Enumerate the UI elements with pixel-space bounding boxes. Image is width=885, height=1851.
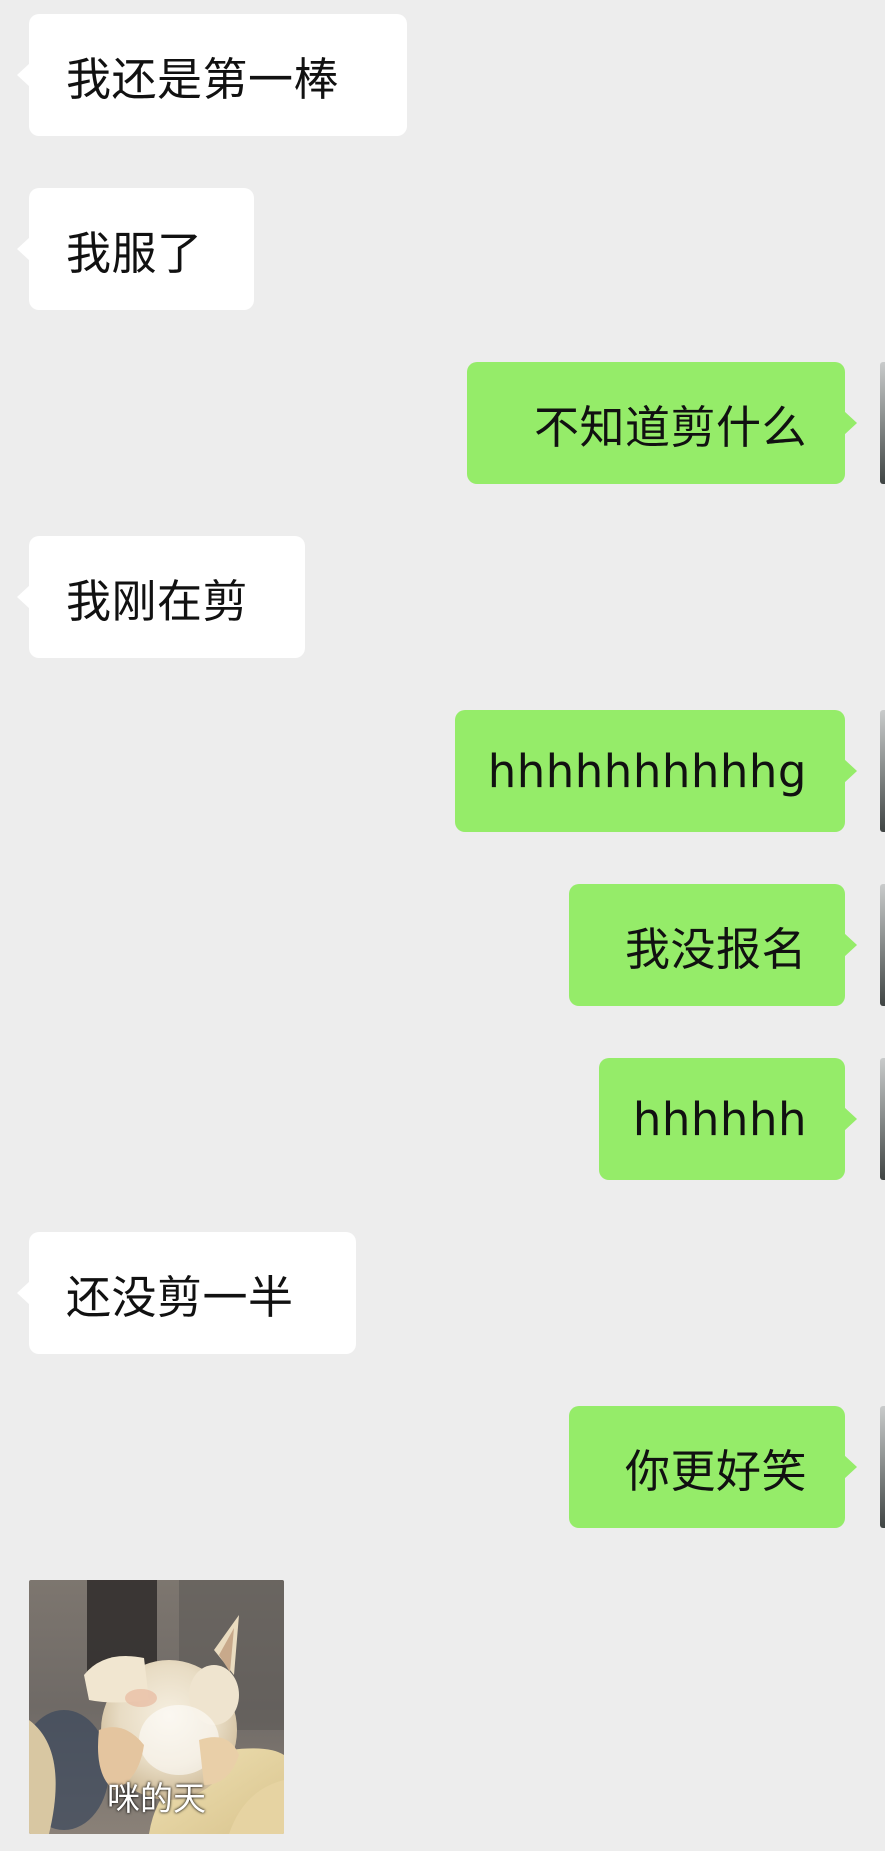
own-avatar[interactable] — [880, 710, 885, 832]
message-text: 你更好笑 — [624, 1444, 807, 1498]
outgoing-message-bubble[interactable]: hhhhhhhhhhg — [455, 710, 857, 832]
message-text: hhhhhh — [632, 1092, 807, 1146]
outgoing-message-bubble[interactable]: 不知道剪什么 — [467, 362, 857, 484]
chat-conversation: 我还是第一棒 我服了 不知道剪什么 我刚在剪 hhhhhhhhhhg 我没报名 … — [0, 0, 885, 1851]
own-avatar[interactable] — [880, 884, 885, 1006]
incoming-message-bubble[interactable]: 还没剪一半 — [17, 1232, 356, 1354]
incoming-message-bubble[interactable]: 我服了 — [17, 188, 254, 310]
message-text: 我服了 — [66, 226, 203, 280]
message-text: 还没剪一半 — [66, 1270, 294, 1324]
message-text: 我还是第一棒 — [66, 52, 340, 106]
incoming-message-bubble[interactable]: 我还是第一棒 — [17, 14, 407, 136]
own-avatar[interactable] — [880, 1058, 885, 1180]
message-text: hhhhhhhhhhg — [487, 744, 807, 798]
outgoing-message-bubble[interactable]: 你更好笑 — [569, 1406, 857, 1528]
message-text: 我没报名 — [624, 922, 807, 976]
own-avatar[interactable] — [880, 362, 885, 484]
message-text: 我刚在剪 — [66, 574, 249, 628]
message-text: 不知道剪什么 — [533, 400, 807, 454]
own-avatar[interactable] — [880, 1406, 885, 1528]
outgoing-message-bubble[interactable]: hhhhhh — [599, 1058, 857, 1180]
cat-sticker[interactable]: 咪的天 — [29, 1580, 284, 1834]
outgoing-message-bubble[interactable]: 我没报名 — [569, 884, 857, 1006]
sticker-caption: 咪的天 — [107, 1779, 206, 1818]
incoming-message-bubble[interactable]: 我刚在剪 — [17, 536, 305, 658]
